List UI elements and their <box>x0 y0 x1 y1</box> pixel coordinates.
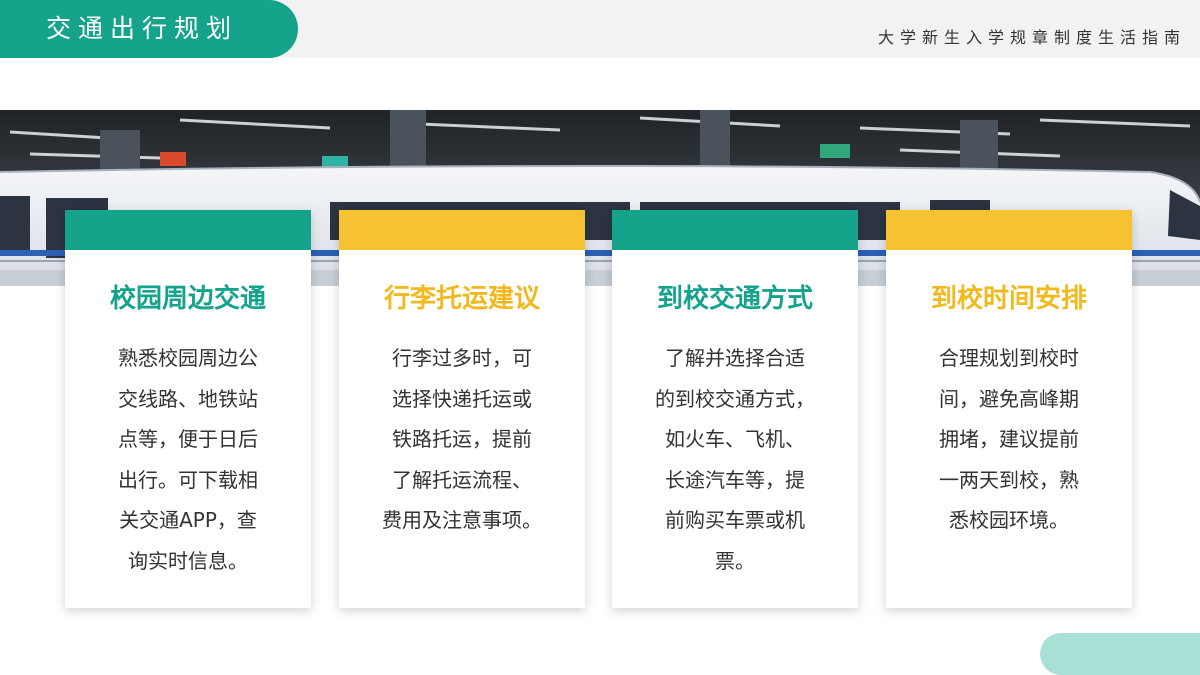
card-title: 行李托运建议 <box>383 284 540 314</box>
card-title: 到校时间安排 <box>930 284 1087 314</box>
card-luggage-shipping: 行李托运建议 行李过多时，可 选择快递托运或 铁路托运，提前 了解托运流程、 费… <box>339 210 585 608</box>
corner-decoration <box>1040 633 1200 675</box>
card-body: 行李过多时，可 选择快递托运或 铁路托运，提前 了解托运流程、 费用及注意事项。 <box>382 346 542 532</box>
card-arrival-schedule: 到校时间安排 合理规划到校时 间，避免高峰期 拥堵，建议提前 一两天到校，熟 悉… <box>886 210 1132 608</box>
card-band <box>612 210 858 250</box>
card-arrival-transport: 到校交通方式 了解并选择合适 的到校交通方式， 如火车、飞机、 长途汽车等，提 … <box>612 210 858 608</box>
card-band <box>339 210 585 250</box>
card-title: 校园周边交通 <box>109 284 266 314</box>
title-tab: 交通出行规划 <box>0 0 298 58</box>
card-body: 了解并选择合适 的到校交通方式， 如火车、飞机、 长途汽车等，提 前购买车票或机… <box>655 346 815 573</box>
page-title: 交通出行规划 <box>46 14 239 43</box>
card-body: 合理规划到校时 间，避免高峰期 拥堵，建议提前 一两天到校，熟 悉校园环境。 <box>939 346 1079 532</box>
card-band <box>886 210 1132 250</box>
card-title: 到校交通方式 <box>656 284 813 314</box>
card-body: 熟悉校园周边公 交线路、地铁站 点等，便于日后 出行。可下载相 关交通APP，查… <box>118 346 258 573</box>
page-subtitle: 大学新生入学规章制度生活指南 <box>877 28 1186 47</box>
card-band <box>65 210 311 250</box>
card-campus-traffic: 校园周边交通 熟悉校园周边公 交线路、地铁站 点等，便于日后 出行。可下载相 关… <box>65 210 311 608</box>
